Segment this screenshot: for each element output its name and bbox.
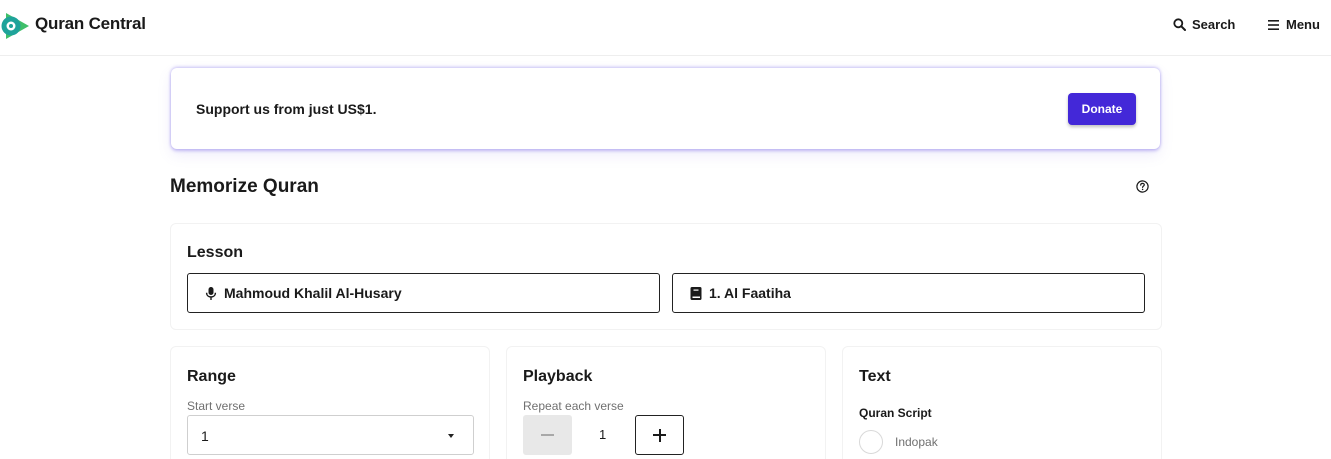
donate-button[interactable]: Donate: [1068, 93, 1136, 125]
top-navigation-bar: Quran Central Search Menu: [0, 0, 1331, 56]
quran-script-label: Quran Script: [859, 406, 932, 420]
repeat-verse-label: Repeat each verse: [523, 399, 624, 413]
indopak-radio[interactable]: [859, 430, 883, 454]
start-verse-value: 1: [201, 428, 209, 444]
brand-name[interactable]: Quran Central: [35, 14, 146, 34]
quran-central-logo-icon[interactable]: [0, 10, 30, 42]
help-circle-icon[interactable]: [1136, 180, 1149, 193]
increment-button[interactable]: [635, 415, 684, 455]
text-settings-card: Text Quran Script Indopak: [842, 346, 1162, 459]
reciter-name: Mahmoud Khalil Al-Husary: [224, 285, 402, 301]
hamburger-menu-icon: [1268, 19, 1279, 30]
text-title: Text: [859, 368, 891, 385]
menu-label: Menu: [1286, 17, 1320, 32]
surah-name: 1. Al Faatiha: [709, 285, 791, 301]
search-button[interactable]: Search: [1173, 17, 1235, 32]
donation-banner: Support us from just US$1. Donate: [171, 68, 1160, 149]
page-title: Memorize Quran: [170, 176, 319, 197]
indopak-radio-label[interactable]: Indopak: [895, 435, 938, 449]
search-icon: [1173, 18, 1186, 31]
search-label: Search: [1192, 17, 1236, 32]
lesson-card: Lesson Mahmoud Khalil Al-Husary 1. Al Fa…: [170, 223, 1162, 330]
menu-button[interactable]: Menu: [1268, 17, 1320, 32]
donation-message: Support us from just US$1.: [196, 101, 377, 117]
decrement-button[interactable]: [523, 415, 572, 455]
microphone-icon: [205, 286, 217, 300]
plus-icon-vertical: [658, 428, 661, 442]
range-title: Range: [187, 368, 236, 385]
book-icon: [690, 286, 702, 300]
playback-card: Playback Repeat each verse 1: [506, 346, 826, 459]
repeat-count-value: 1: [599, 427, 607, 442]
reciter-select[interactable]: Mahmoud Khalil Al-Husary: [187, 273, 660, 313]
start-verse-select[interactable]: 1: [187, 415, 474, 455]
range-card: Range Start verse 1: [170, 346, 490, 459]
playback-title: Playback: [523, 368, 593, 385]
start-verse-label: Start verse: [187, 399, 246, 413]
surah-select[interactable]: 1. Al Faatiha: [672, 273, 1145, 313]
caret-down-icon: [448, 434, 454, 438]
lesson-title: Lesson: [187, 244, 244, 261]
